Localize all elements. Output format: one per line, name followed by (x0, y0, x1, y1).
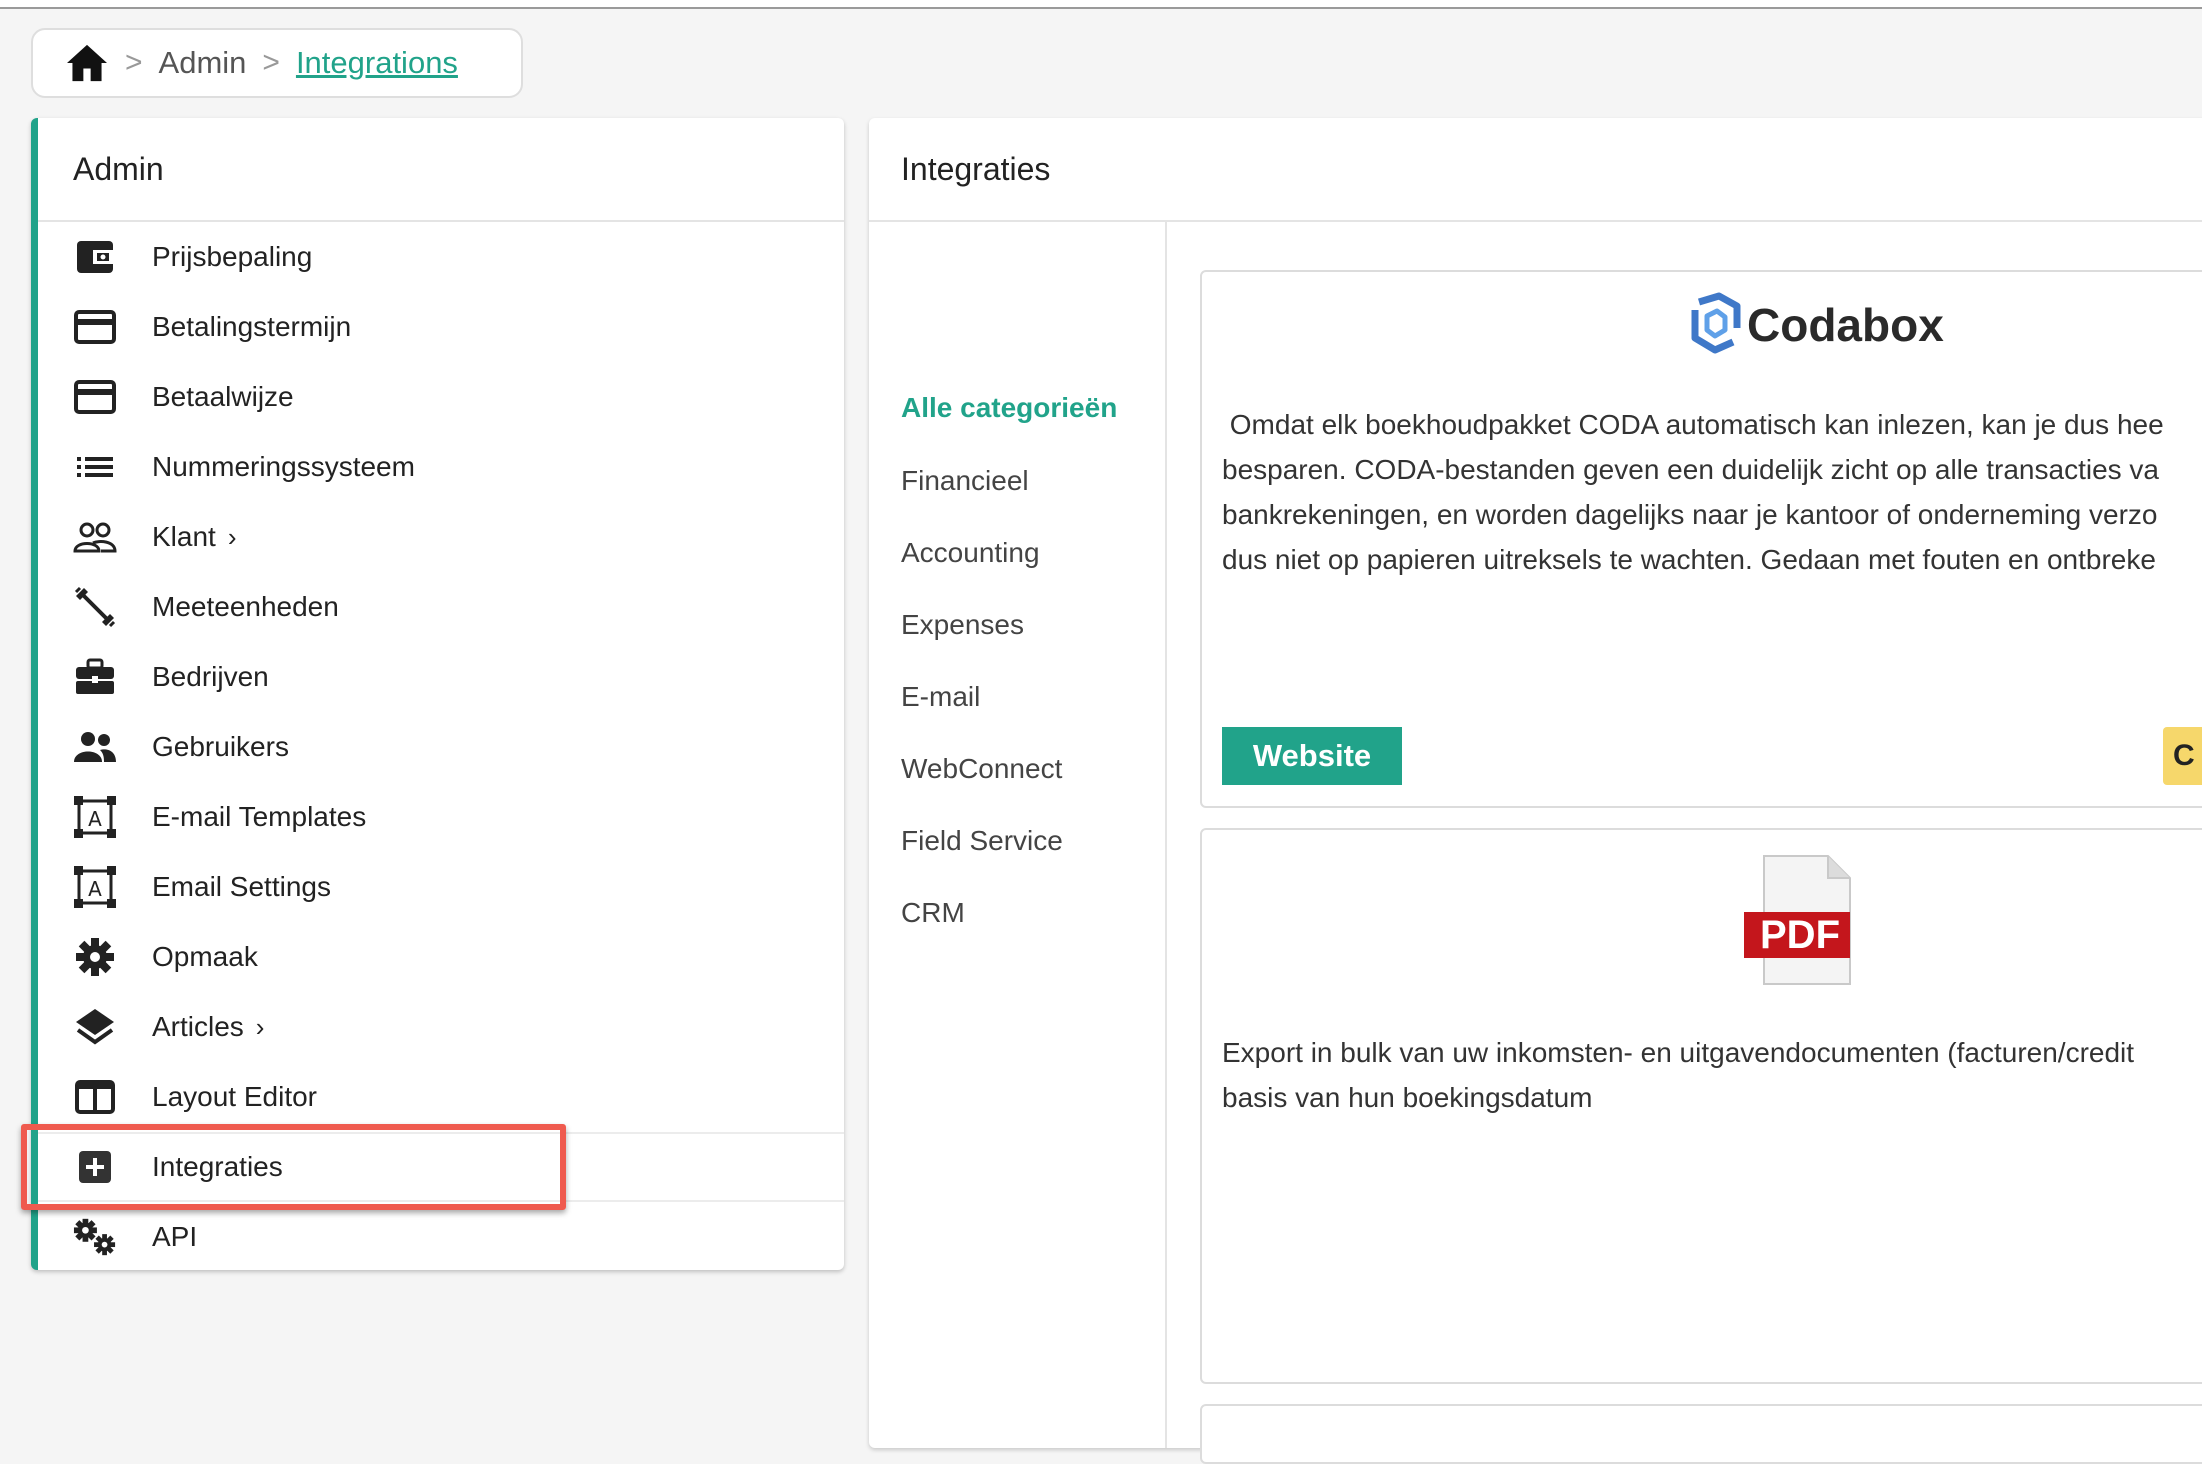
sidebar-item-label: E-mail Templates (152, 801, 367, 832)
sidebar-item-label: Klant (152, 521, 216, 552)
breadcrumb: > Admin > Integrations (31, 28, 523, 98)
breadcrumb-integrations[interactable]: Integrations (296, 45, 458, 81)
page-title: Integraties (869, 118, 2202, 222)
description-line: Export in bulk van uw inkomsten- en uitg… (1222, 1037, 2135, 1068)
admin-sidebar: Admin Prijsbepaling Betalingstermijn Bet… (31, 118, 844, 1270)
layout-icon (73, 1075, 117, 1119)
card-description: Omdat elk boekhoudpakket CODA automatisc… (1222, 402, 2164, 582)
category-all[interactable]: Alle categorieën (901, 392, 1117, 424)
people-icon (73, 725, 117, 769)
sidebar-item-label: Layout Editor (152, 1081, 317, 1112)
integration-card-pdf: PDF Export in bulk van uw inkomsten- en … (1200, 828, 2202, 1384)
sidebar-item-betaalwijze[interactable]: Betaalwijze (38, 362, 844, 432)
website-button[interactable]: Website (1222, 727, 1402, 785)
sidebar-item-label: Betalingstermijn (152, 311, 352, 342)
top-divider (0, 0, 2202, 9)
sidebar-item-label: API (152, 1221, 198, 1252)
category-crm[interactable]: CRM (901, 897, 965, 929)
sidebar-item-meeteenheden[interactable]: Meeteenheden (38, 572, 844, 642)
configure-button[interactable]: C (2163, 727, 2202, 785)
chevron-right-icon: > (262, 46, 280, 79)
sidebar-item-prijsbepaling[interactable]: Prijsbepaling (38, 222, 844, 292)
sidebar-item-label: Opmaak (152, 941, 258, 972)
sidebar-item-bedrijven[interactable]: Bedrijven (38, 642, 844, 712)
text-frame-icon: A (73, 865, 117, 909)
chevron-right-icon: › (227, 521, 237, 552)
codabox-icon (1691, 292, 1741, 354)
svg-text:A: A (88, 877, 102, 901)
chevron-right-icon: › (255, 1011, 265, 1042)
dumbbell-icon (73, 585, 117, 629)
integration-card-codabox: Codabox Omdat elk boekhoudpakket CODA au… (1200, 270, 2202, 808)
description-line: Omdat elk boekhoudpakket CODA automatisc… (1222, 409, 2164, 440)
gear-icon (73, 935, 117, 979)
pdf-logo: PDF (1742, 854, 1852, 993)
sidebar-item-layout-editor[interactable]: Layout Editor (38, 1062, 844, 1132)
sidebar-item-articles[interactable]: Articles › (38, 992, 844, 1062)
wallet-icon (73, 235, 117, 279)
pdf-logo-text: PDF (1760, 913, 1840, 957)
sidebar-item-klant[interactable]: Klant › (38, 502, 844, 572)
category-filter: Alle categorieën Financieel Accounting E… (869, 222, 1167, 1448)
breadcrumb-admin[interactable]: Admin (159, 45, 247, 81)
category-accounting[interactable]: Accounting (901, 537, 1040, 569)
text-frame-icon: A (73, 795, 117, 839)
sidebar-item-api[interactable]: API (38, 1202, 844, 1272)
sidebar-item-label: Nummeringssysteem (152, 451, 415, 482)
description-line: dus niet op papieren uitreksels te wacht… (1222, 544, 2156, 575)
sidebar-title: Admin (38, 118, 844, 222)
sidebar-item-email-settings[interactable]: A Email Settings (38, 852, 844, 922)
sidebar-item-label: Gebruikers (152, 731, 289, 762)
chevron-right-icon: > (125, 46, 143, 79)
gears-icon (73, 1215, 117, 1259)
category-webconnect[interactable]: WebConnect (901, 753, 1062, 785)
layers-icon (73, 1005, 117, 1049)
description-line: besparen. CODA-bestanden geven een duide… (1222, 454, 2160, 485)
credit-card-icon (73, 375, 117, 419)
list-icon (73, 445, 117, 489)
sidebar-item-gebruikers[interactable]: Gebruikers (38, 712, 844, 782)
people-outline-icon (73, 515, 117, 559)
description-line: bankrekeningen, en worden dagelijks naar… (1222, 499, 2158, 530)
sidebar-item-label: Articles (152, 1011, 244, 1042)
sidebar-item-label: Email Settings (152, 871, 331, 902)
codabox-logo-text: Codabox (1747, 299, 1944, 351)
admin-menu: Prijsbepaling Betalingstermijn Betaalwij… (38, 222, 844, 1272)
category-financieel[interactable]: Financieel (901, 465, 1029, 497)
sidebar-item-label: Meeteenheden (152, 591, 339, 622)
sidebar-item-betalingstermijn[interactable]: Betalingstermijn (38, 292, 844, 362)
sidebar-item-label: Prijsbepaling (152, 241, 313, 272)
category-email[interactable]: E-mail (901, 681, 980, 713)
sidebar-item-email-templates[interactable]: A E-mail Templates (38, 782, 844, 852)
credit-card-icon (73, 305, 117, 349)
sidebar-item-label: Bedrijven (152, 661, 269, 692)
sidebar-item-nummeringssysteem[interactable]: Nummeringssysteem (38, 432, 844, 502)
svg-text:A: A (88, 807, 102, 831)
card-description: Export in bulk van uw inkomsten- en uitg… (1222, 1030, 2134, 1120)
sidebar-item-integraties[interactable]: Integraties (38, 1132, 844, 1202)
category-expenses[interactable]: Expenses (901, 609, 1024, 641)
sidebar-item-label: Betaalwijze (152, 381, 294, 412)
sidebar-item-opmaak[interactable]: Opmaak (38, 922, 844, 992)
sidebar-item-label: Integraties (152, 1151, 283, 1182)
description-line: basis van hun boekingsdatum (1222, 1082, 1593, 1113)
integration-card-partial (1200, 1404, 2202, 1464)
category-field-service[interactable]: Field Service (901, 825, 1063, 857)
home-icon[interactable] (65, 43, 109, 83)
briefcase-icon (73, 655, 117, 699)
codabox-logo: Codabox (1687, 292, 1944, 358)
plus-box-icon (73, 1145, 117, 1189)
